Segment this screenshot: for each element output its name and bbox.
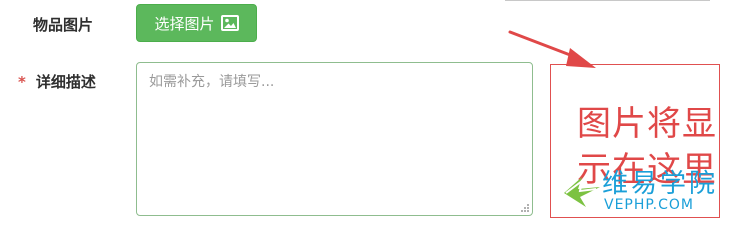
top-divider bbox=[505, 0, 710, 1]
watermark-url: VEPHP.COM bbox=[604, 197, 694, 213]
annotation-arrow-icon bbox=[508, 30, 596, 68]
choose-image-button-label: 选择图片 bbox=[154, 15, 215, 33]
watermark-name: 维易学院 bbox=[602, 169, 719, 199]
image-field-label: 物品图片 bbox=[33, 16, 94, 34]
watermark: 维易学院 VEPHP.COM bbox=[560, 163, 730, 221]
description-field-label: * 详细描述 bbox=[18, 71, 96, 92]
description-label-text: 详细描述 bbox=[35, 73, 96, 91]
description-textarea[interactable] bbox=[136, 62, 533, 216]
resize-grip-icon[interactable] bbox=[518, 201, 530, 213]
required-mark: * bbox=[18, 73, 26, 91]
watermark-logo-icon bbox=[564, 177, 600, 207]
picture-icon bbox=[220, 15, 239, 31]
choose-image-button[interactable]: 选择图片 bbox=[136, 4, 257, 42]
